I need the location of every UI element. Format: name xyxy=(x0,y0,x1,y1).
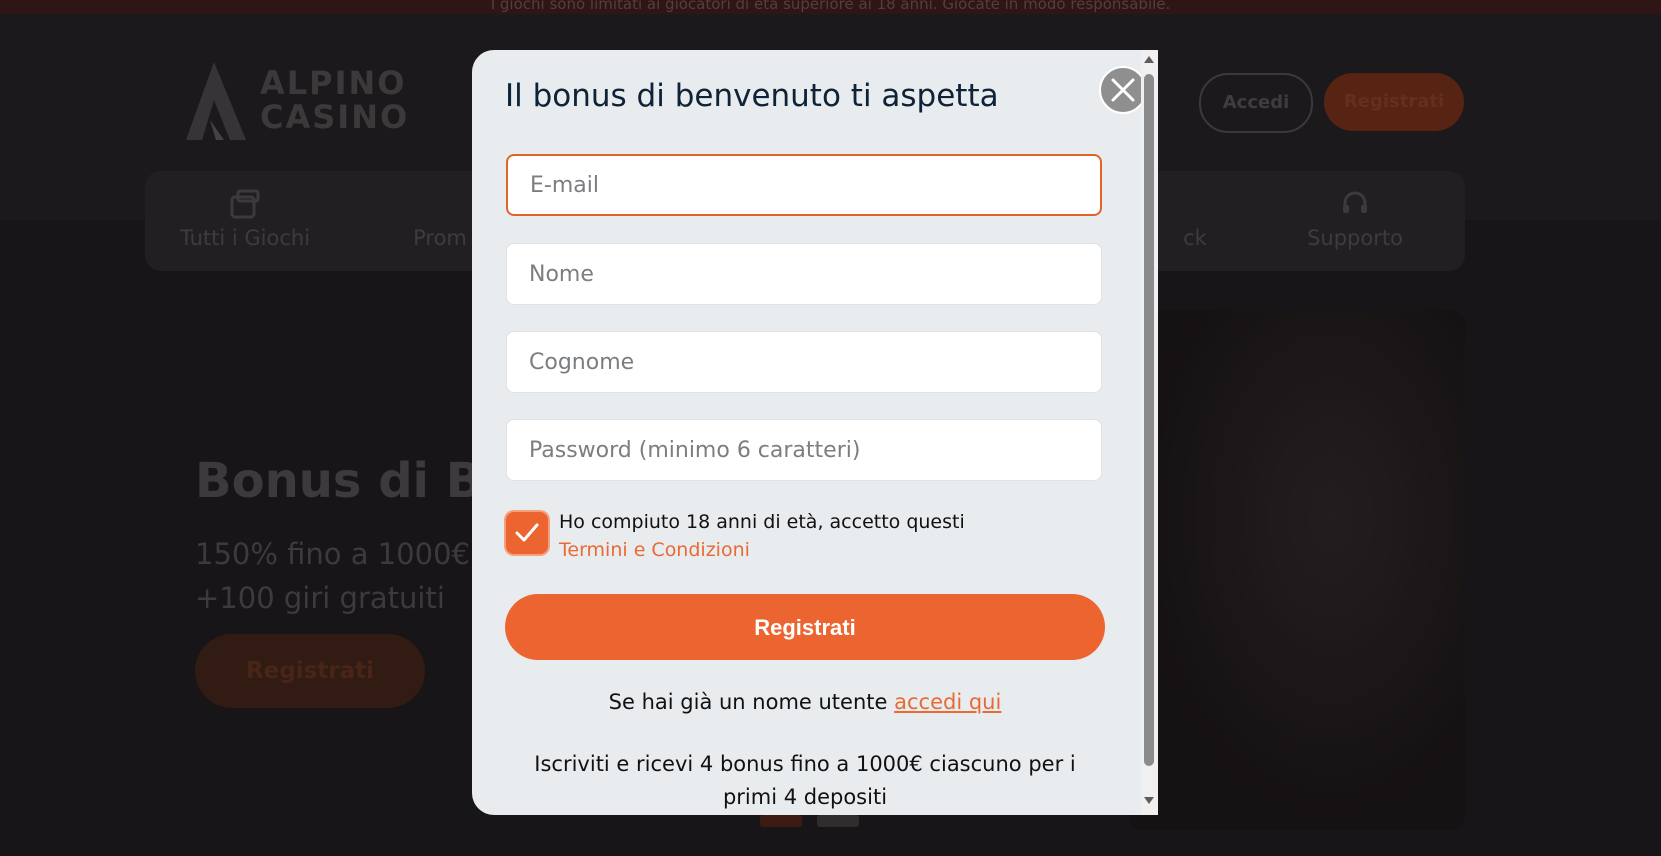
terms-link[interactable]: Termini e Condizioni xyxy=(559,539,750,561)
modal-scrollbar[interactable] xyxy=(1141,50,1158,815)
modal-title: Il bonus di benvenuto ti aspetta xyxy=(505,78,999,114)
login-link[interactable]: accedi qui xyxy=(894,690,1001,714)
scroll-up-arrow-icon[interactable] xyxy=(1143,54,1155,64)
scroll-down-arrow-icon[interactable] xyxy=(1143,796,1155,806)
login-prompt: Se hai già un nome utente accedi qui xyxy=(472,690,1138,714)
name-field[interactable] xyxy=(506,243,1102,305)
scrollbar-thumb[interactable] xyxy=(1144,74,1154,766)
login-prompt-text: Se hai già un nome utente xyxy=(608,690,888,714)
terms-checkbox[interactable] xyxy=(506,512,548,554)
register-button[interactable]: Registrati xyxy=(505,594,1105,660)
password-field[interactable] xyxy=(506,419,1102,481)
checkmark-icon xyxy=(515,523,539,542)
close-icon xyxy=(1111,78,1135,102)
surname-field[interactable] xyxy=(506,331,1102,393)
email-field[interactable] xyxy=(506,154,1102,216)
promo-text: Iscriviti e ricevi 4 bonus fino a 1000€ … xyxy=(534,752,1076,809)
signup-modal: Il bonus di benvenuto ti aspetta Ho comp… xyxy=(472,50,1158,815)
close-button[interactable] xyxy=(1099,66,1147,114)
terms-consent-label: Ho compiuto 18 anni di età, accetto ques… xyxy=(559,511,965,533)
terms-consent-text: Ho compiuto 18 anni di età, accetto ques… xyxy=(559,508,965,564)
